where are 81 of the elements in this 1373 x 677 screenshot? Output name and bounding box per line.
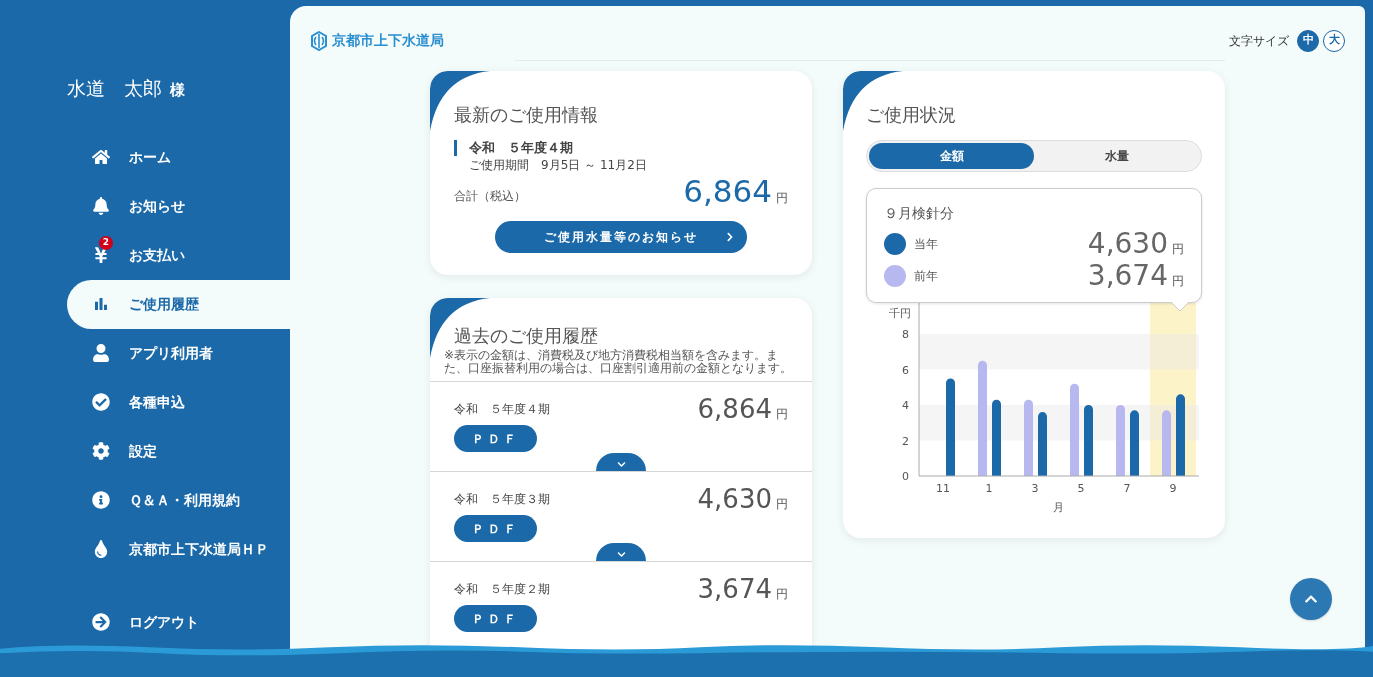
water-drop-icon [92,540,110,558]
pdf-button[interactable]: ＰＤＦ [454,605,537,633]
font-size-label: 文字サイズ [1229,32,1289,50]
x-tick-label: 5 [1077,482,1085,495]
font-size-option[interactable]: 大 [1323,29,1345,52]
x-tick-label: 11 [936,482,950,495]
bar-chart-icon [92,295,110,313]
font-size-option[interactable]: 中 [1297,29,1319,52]
x-axis-label: 月 [1052,501,1064,514]
x-tick-label: 9 [1169,482,1177,495]
billing-period: 令和 ５年度３期 [454,491,550,509]
logout-link[interactable]: ログアウト [92,611,199,633]
nav-item[interactable]: 各種申込 [67,377,290,427]
nav-item[interactable]: 設定 [67,426,290,476]
logo-text: 京都市上下水道局 [332,31,444,50]
usage-notice-button[interactable]: ご使用水量等のお知らせ [495,221,747,254]
currency-unit: 円 [776,496,788,514]
arrow-right-icon [92,613,110,631]
nav-item[interactable]: お知らせ [67,181,290,231]
chevron-right-icon [725,232,735,243]
chevron-down-icon [616,550,626,560]
amount: 3,674 [1087,262,1168,290]
tab[interactable]: 金額 [869,143,1034,169]
nav-item[interactable]: アプリ利用者 [67,328,290,378]
x-tick-label: 7 [1123,482,1131,495]
currency-unit: 円 [776,586,788,604]
currency-unit: 円 [776,406,788,424]
y-tick-label: 0 [902,470,909,483]
bell-icon [92,197,110,215]
billing-period: 令和 ５年度４期 [454,401,550,419]
user-icon [92,344,110,362]
y-tick-label: 6 [902,363,909,377]
currency-unit: 円 [1172,273,1184,290]
y-axis-label: 千円 [889,307,911,320]
card-title: 過去のご使用履歴 [453,324,599,349]
home-icon [92,148,110,166]
tax-note: ※表示の金額は、消費税及び地方消費税相当額を含みます。また、口座振替利用の場合は、口座割引適用前の金額となります。 [444,349,793,376]
x-tick-label: 1 [985,482,993,495]
user-name: 水道 太郎 [67,76,162,101]
chevron-down-icon [616,460,626,470]
x-tick-label: 3 [1031,482,1039,495]
card-title: ご使用状況 [866,103,957,127]
nav-item[interactable]: ご使用履歴 [67,279,290,329]
billing-period: 令和 ５年度２期 [454,581,550,599]
usage-period: ご使用期間 9月5日 ～ 11月2日 [468,157,648,175]
y-tick-label: 2 [902,434,909,448]
y-tick-label: 8 [902,328,909,341]
legend-label: 前年 [914,268,938,285]
nav-item[interactable]: Ｑ＆Ａ・利用規約 [67,475,290,525]
expand-toggle[interactable] [596,543,646,562]
settings-icon [92,442,110,460]
pdf-button[interactable]: ＰＤＦ [454,425,537,453]
bar [1084,405,1093,476]
amount: 6,864 [683,176,772,208]
currency-unit: 円 [776,190,788,208]
nav-item[interactable]: ホーム [67,132,290,182]
amount: 3,674 [697,576,772,603]
nav-item[interactable]: 京都市上下水道局ＨＰ [67,524,290,574]
bar [1116,405,1125,476]
bar [1038,412,1047,476]
legend-label: 当年 [914,236,938,253]
honorific: 様 [170,80,185,101]
tab[interactable]: 水量 [1034,143,1199,169]
bar [1130,410,1139,476]
y-tick-label: 4 [902,399,909,412]
total-label: 合計（税込） [454,188,526,206]
yen-icon [92,246,110,264]
notification-badge: 2 [99,236,113,250]
info-icon [92,491,110,509]
amount: 4,630 [697,486,772,513]
amount: 6,864 [697,396,772,423]
card-title: 最新のご使用情報 [454,103,599,127]
tooltip-title: ９月検針分 [884,204,955,223]
pdf-button[interactable]: ＰＤＦ [454,515,537,543]
amount: 4,630 [1087,230,1168,258]
currency-unit: 円 [1172,241,1184,258]
logo-icon [310,30,328,51]
bar [1162,410,1171,476]
billing-period: 令和 ５年度４期 [469,140,574,157]
expand-toggle[interactable] [596,453,646,472]
nav-item[interactable]: 2 お支払い [67,230,290,280]
